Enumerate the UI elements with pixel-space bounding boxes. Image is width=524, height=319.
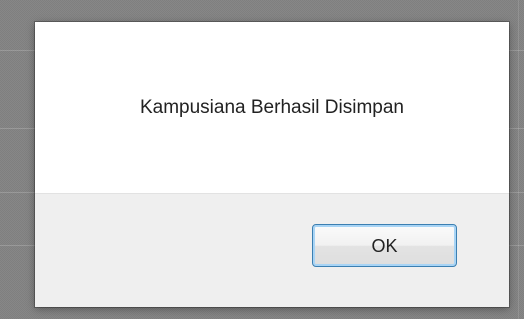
alert-dialog-footer: OK <box>35 193 509 307</box>
alert-dialog-body: Kampusiana Berhasil Disimpan <box>35 22 509 193</box>
alert-message: Kampusiana Berhasil Disimpan <box>139 97 404 118</box>
backdrop-divider <box>518 0 519 319</box>
alert-dialog: Kampusiana Berhasil Disimpan OK <box>35 22 509 307</box>
ok-button[interactable]: OK <box>312 224 457 267</box>
